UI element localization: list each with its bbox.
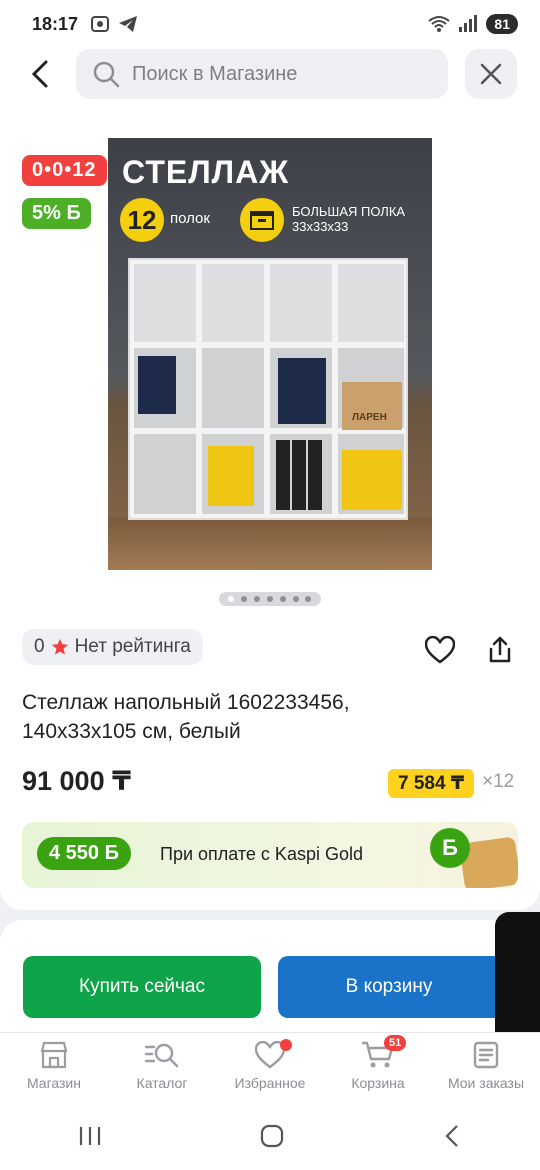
gold-banner-text: При оплате с Kaspi Gold xyxy=(160,844,363,864)
title-line2: 140x33x105 см, белый xyxy=(22,720,241,743)
battery-indicator: 81 xyxy=(486,14,518,34)
favorite-button[interactable] xyxy=(420,630,460,670)
product-image[interactable]: СТЕЛЛАЖ 12 полок БОЛЬШАЯ ПОЛКА 33x33x33 xyxy=(108,138,432,570)
search-box[interactable] xyxy=(76,49,448,99)
title-line1: Стеллаж напольный 1602233456, xyxy=(22,691,350,714)
status-bar: 18:17 81 xyxy=(0,0,540,48)
nav-item-catalog[interactable]: Каталог xyxy=(108,1033,216,1102)
pagination-dot xyxy=(292,596,299,602)
nav-label: Магазин xyxy=(26,1075,81,1091)
rating-text: Нет рейтинга xyxy=(74,636,191,657)
system-navigation-bar xyxy=(0,1102,540,1170)
back-button[interactable] xyxy=(22,56,58,92)
pagination-dot xyxy=(266,596,273,602)
close-icon xyxy=(480,63,502,85)
big-shelf-line2: 33x33x33 xyxy=(292,219,349,234)
nav-item-orders[interactable]: Мои заказы xyxy=(432,1033,540,1102)
pagination-dot xyxy=(241,596,248,602)
product-page: 18:17 81 0•0•12 5% Б СТЕЛЛАЖ 12 xyxy=(0,0,540,1170)
store-icon xyxy=(40,1041,68,1069)
nav-item-store[interactable]: Магазин xyxy=(0,1033,108,1102)
back-nav-icon[interactable] xyxy=(442,1123,462,1149)
shelves-label: полок xyxy=(170,210,210,227)
nav-label: Мои заказы xyxy=(447,1075,525,1091)
pagination-dot xyxy=(228,596,235,602)
screenshot-icon xyxy=(91,16,110,32)
orders-icon xyxy=(473,1041,499,1069)
close-search-button[interactable] xyxy=(465,49,517,99)
box-label: ЛАРЕН xyxy=(352,412,387,423)
signal-icon xyxy=(459,15,478,32)
search-input[interactable] xyxy=(132,62,412,86)
product-title: Стеллаж напольный 1602233456, 140x33x105… xyxy=(22,688,512,746)
chevron-left-icon xyxy=(31,60,48,88)
box-icon xyxy=(240,198,284,242)
rating-value: 0 xyxy=(34,636,45,657)
bonus-coin-icon: Б xyxy=(430,828,470,868)
timer-badge: 0•0•12 xyxy=(22,155,107,186)
nav-label: Корзина xyxy=(351,1075,405,1091)
bottom-nav: Магазин Каталог Избранное 51 Корзина Мои… xyxy=(0,1032,540,1102)
pagination-dot xyxy=(279,596,286,602)
bonus-badge: 5% Б xyxy=(22,198,91,229)
nav-label: Каталог xyxy=(136,1075,188,1091)
pagination-dot xyxy=(305,596,312,602)
buy-now-button[interactable]: Купить сейчас xyxy=(23,956,261,1018)
heart-icon xyxy=(425,636,455,664)
image-pagination xyxy=(219,592,321,606)
status-left-icons xyxy=(90,15,138,33)
installment-price[interactable]: 7 584 ₸ xyxy=(388,769,475,798)
add-to-cart-button[interactable]: В корзину xyxy=(278,956,500,1018)
purchase-bar: Купить сейчас В корзину xyxy=(0,920,540,1032)
nav-item-favorites[interactable]: Избранное xyxy=(216,1033,324,1102)
nav-item-cart[interactable]: 51 Корзина xyxy=(324,1033,432,1102)
catalog-search-icon xyxy=(144,1043,179,1068)
nav-label: Избранное xyxy=(234,1075,306,1091)
cart-count-badge: 51 xyxy=(384,1035,407,1051)
search-icon xyxy=(93,61,120,88)
status-time: 18:17 xyxy=(32,13,79,34)
big-shelf-text: БОЛЬШАЯ ПОЛКА 33x33x33 xyxy=(292,204,405,234)
big-shelf-line1: БОЛЬШАЯ ПОЛКА xyxy=(292,204,406,219)
share-icon xyxy=(489,636,511,663)
floor xyxy=(108,518,432,570)
product-card: 0•0•12 5% Б СТЕЛЛАЖ 12 полок БОЛЬШАЯ ПОЛ… xyxy=(0,110,540,910)
shelf-unit: ЛАРЕН xyxy=(128,258,408,520)
telegram-icon xyxy=(119,16,138,32)
product-price: 91 000 ₸ xyxy=(22,766,131,796)
notification-dot xyxy=(280,1039,292,1051)
shelves-count-badge: 12 xyxy=(120,198,164,242)
kaspi-gold-banner[interactable]: 4 550 Б При оплате с Kaspi Gold Б xyxy=(22,822,518,888)
status-right-icons: 81 xyxy=(428,14,518,34)
home-icon[interactable] xyxy=(259,1123,285,1149)
pagination-dot xyxy=(254,596,261,602)
wifi-icon xyxy=(428,16,451,32)
star-icon xyxy=(51,638,68,655)
rating-chip[interactable]: 0 Нет рейтинга xyxy=(22,629,203,665)
image-title: СТЕЛЛАЖ xyxy=(122,154,290,190)
share-button[interactable] xyxy=(480,630,520,670)
gold-bonus-pill: 4 550 Б xyxy=(37,837,131,870)
installment-months: ×12 xyxy=(482,771,515,792)
search-header xyxy=(0,48,540,110)
recent-apps-icon[interactable] xyxy=(78,1125,102,1147)
